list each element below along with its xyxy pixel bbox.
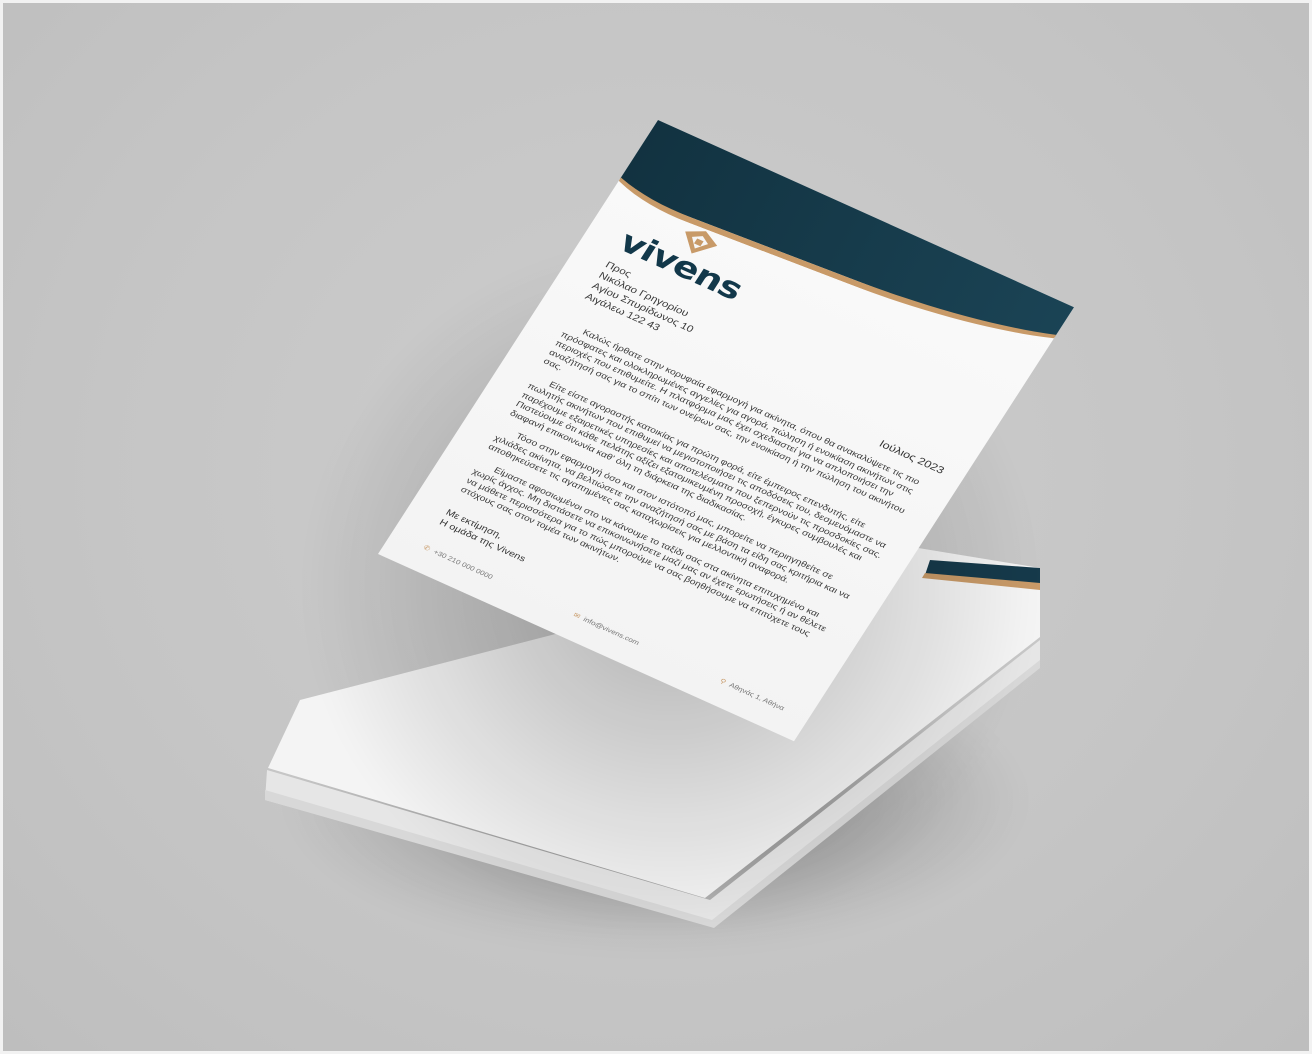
mail-icon: ✉	[571, 611, 582, 620]
footer-address: ⚲Αθηνάς 1, Αθήνα	[718, 677, 787, 712]
location-pin-icon: ⚲	[718, 677, 728, 686]
address-text: Αθηνάς 1, Αθήνα	[727, 681, 786, 712]
email-text: info@vivens.com	[581, 615, 641, 647]
mockup-scene: vivens Προς Νικόλαο Γρηγορίου Αγίου Σπυρ…	[0, 0, 1312, 1054]
footer-phone: ✆+30 210 000 0000	[422, 543, 495, 582]
phone-icon: ✆	[422, 543, 433, 553]
footer-email: ✉info@vivens.com	[572, 611, 641, 647]
phone-text: +30 210 000 0000	[432, 548, 495, 581]
letter-body: Καλώς ήρθατε στην κορυφαία εφαρμογή για …	[454, 320, 930, 662]
